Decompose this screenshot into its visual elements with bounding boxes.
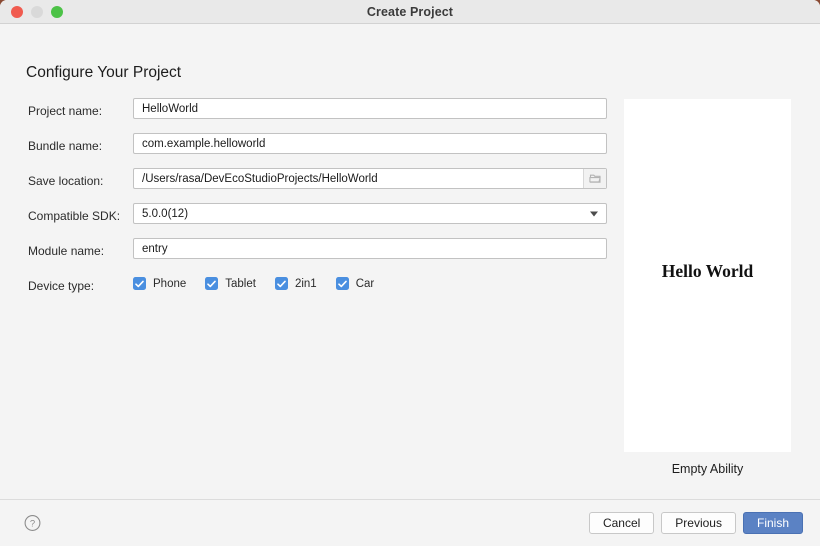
browse-folder-button[interactable] — [583, 169, 606, 188]
window-title: Create Project — [366, 4, 454, 19]
check-icon — [207, 280, 217, 287]
window-titlebar: Create Project — [0, 0, 820, 24]
checkbox-box — [335, 277, 349, 290]
template-preview: Hello World Empty Ability — [624, 99, 791, 476]
device-type-checkbox-group: Phone Tablet 2in1 Car — [133, 273, 393, 294]
label-project-name: Project name: — [28, 104, 103, 118]
checkbox-phone[interactable]: Phone — [133, 277, 186, 290]
footer-button-group: Cancel Previous Finish — [588, 512, 803, 534]
check-icon — [277, 280, 286, 287]
checkbox-label-2in1: 2in1 — [294, 277, 317, 290]
bundle-name-input[interactable]: com.example.helloworld — [133, 133, 607, 154]
label-compatible-sdk: Compatible SDK: — [28, 209, 121, 223]
checkbox-car[interactable]: Car — [335, 277, 375, 290]
module-name-value: entry — [142, 242, 168, 255]
label-module-name: Module name: — [28, 244, 105, 258]
label-save-location: Save location: — [28, 174, 104, 188]
form-row-compatible-sdk: Compatible SDK: 5.0.0(12) — [0, 203, 620, 238]
close-button[interactable] — [11, 5, 23, 18]
help-circle-icon[interactable]: ? — [24, 515, 41, 532]
form-row-project-name: Project name: HelloWorld — [0, 98, 620, 133]
checkbox-box — [205, 277, 219, 290]
save-location-input[interactable]: /Users/rasa/DevEcoStudioProjects/HelloWo… — [133, 168, 607, 189]
preview-device-screen: Hello World — [624, 99, 791, 452]
project-config-form: Project name: HelloWorld Bundle name: co… — [0, 98, 620, 308]
form-row-bundle-name: Bundle name: com.example.helloworld — [0, 133, 620, 168]
checkbox-label-car: Car — [355, 277, 375, 290]
create-project-dialog: Create Project Configure Your Project Pr… — [0, 0, 820, 546]
check-icon — [337, 280, 347, 287]
dialog-content: Configure Your Project Project name: Hel… — [0, 24, 820, 499]
save-location-value: /Users/rasa/DevEcoStudioProjects/HelloWo… — [142, 172, 378, 185]
checkbox-label-phone: Phone — [153, 277, 187, 290]
form-row-module-name: Module name: entry — [0, 238, 620, 273]
checkbox-2in1[interactable]: 2in1 — [274, 277, 317, 290]
zoom-button[interactable] — [51, 5, 63, 18]
compatible-sdk-value: 5.0.0(12) — [142, 207, 189, 220]
project-name-input[interactable]: HelloWorld — [133, 98, 607, 119]
window-controls — [11, 0, 63, 23]
preview-screen-text: Hello World — [661, 261, 754, 281]
finish-button[interactable]: Finish — [742, 512, 803, 534]
form-row-device-type: Device type: Phone Tablet 2in1 Car — [0, 273, 620, 308]
preview-caption: Empty Ability — [671, 462, 744, 476]
minimize-button[interactable] — [31, 5, 43, 18]
chevron-down-icon — [590, 211, 598, 216]
compatible-sdk-select[interactable]: 5.0.0(12) — [133, 203, 607, 224]
module-name-input[interactable]: entry — [133, 238, 607, 259]
label-device-type: Device type: — [28, 279, 95, 293]
checkbox-tablet[interactable]: Tablet — [205, 277, 256, 290]
form-row-save-location: Save location: /Users/rasa/DevEcoStudioP… — [0, 168, 620, 203]
checkbox-label-tablet: Tablet — [225, 277, 256, 290]
bundle-name-value: com.example.helloworld — [142, 137, 266, 150]
svg-text:?: ? — [30, 519, 35, 530]
folder-icon — [588, 174, 601, 183]
previous-button[interactable]: Previous — [661, 512, 736, 534]
label-bundle-name: Bundle name: — [28, 139, 103, 153]
project-name-value: HelloWorld — [142, 102, 199, 115]
checkbox-box — [133, 277, 146, 290]
page-title: Configure Your Project — [26, 64, 182, 81]
cancel-button[interactable]: Cancel — [588, 512, 655, 534]
dialog-footer: ? Cancel Previous Finish — [0, 499, 820, 546]
checkbox-box — [274, 277, 288, 290]
help-circle-glyph: ? — [24, 515, 41, 531]
check-icon — [135, 280, 144, 287]
